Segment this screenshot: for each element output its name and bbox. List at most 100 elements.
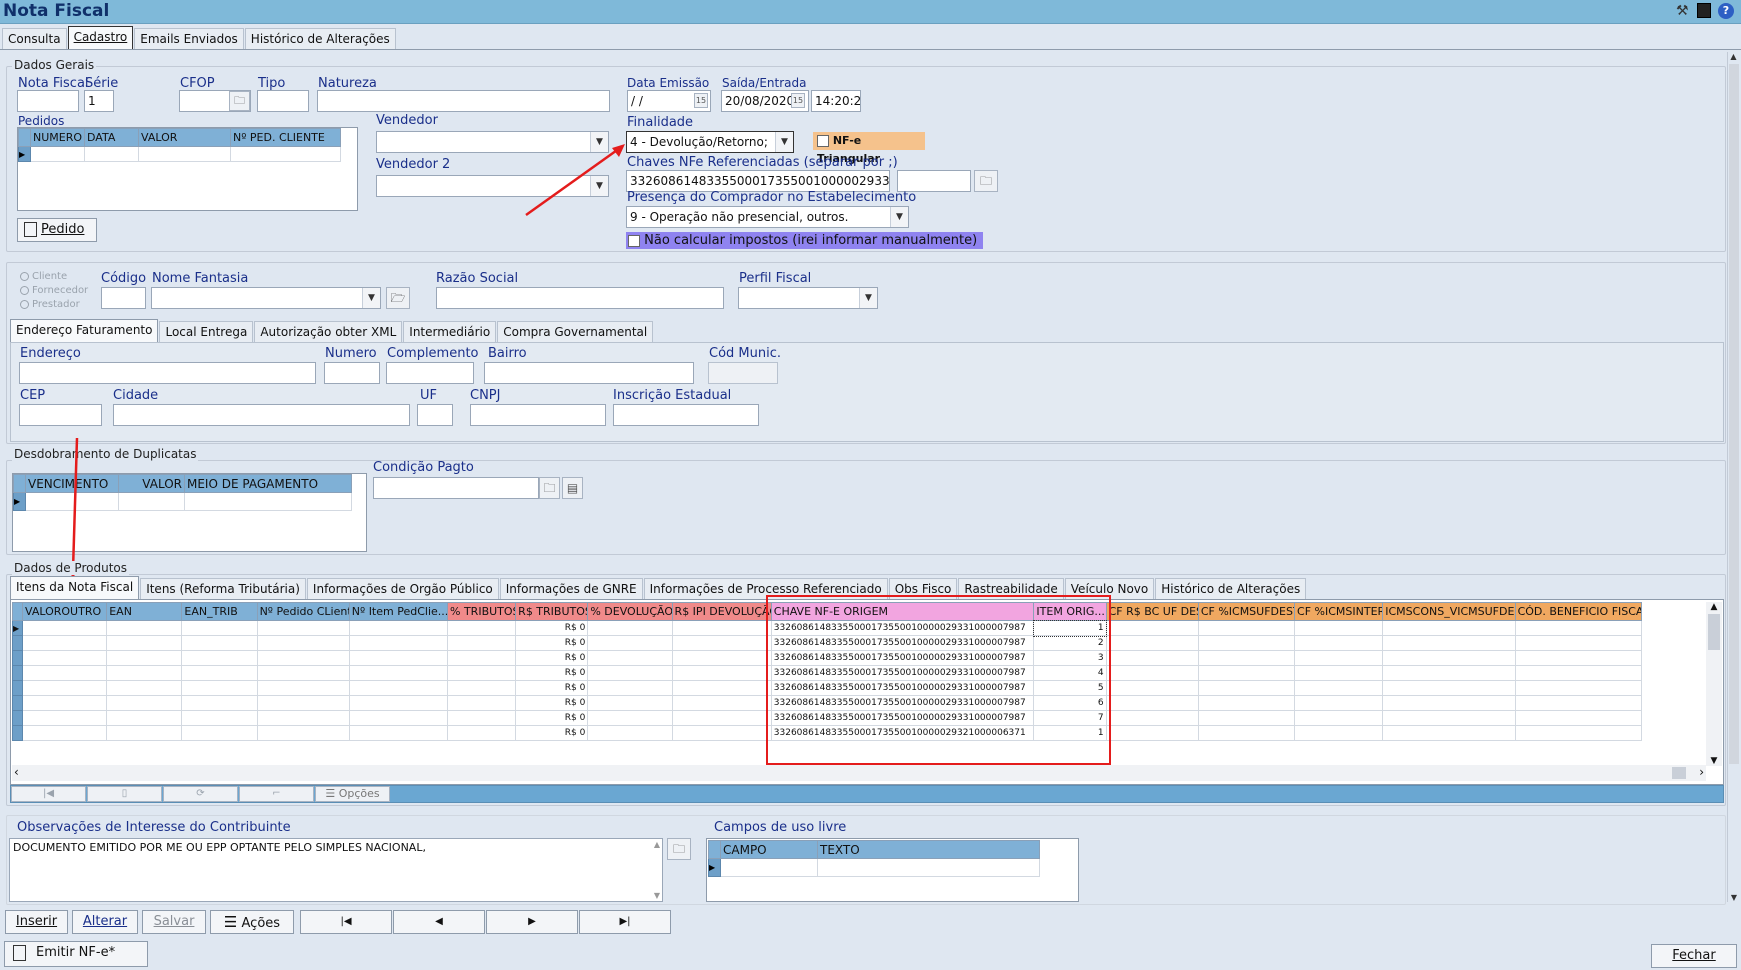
- scroll-down-icon[interactable]: ▼: [1706, 756, 1722, 766]
- table-cell[interactable]: [181, 695, 258, 711]
- scroll-thumb[interactable]: [1708, 614, 1720, 650]
- tab-endereco-faturamento[interactable]: Endereço Faturamento: [10, 319, 159, 343]
- help-icon[interactable]: ?: [1718, 3, 1734, 19]
- items-col-header[interactable]: EAN: [106, 602, 183, 621]
- table-cell[interactable]: [1197, 635, 1296, 651]
- table-cell[interactable]: [22, 620, 108, 636]
- chevron-down-icon[interactable]: ▼: [859, 288, 877, 308]
- tipo-input[interactable]: [257, 90, 309, 112]
- items-col-header[interactable]: CÓD. BENEFICIO FISCAL: [1514, 602, 1643, 621]
- table-cell[interactable]: [1382, 710, 1516, 726]
- nav-first-icon[interactable]: |◀: [11, 786, 86, 802]
- items-col-header[interactable]: ICMSCONS_VICMSUFDEST: [1382, 602, 1516, 621]
- scroll-thumb[interactable]: [1672, 767, 1686, 779]
- table-cell[interactable]: [1197, 650, 1296, 666]
- table-cell[interactable]: [1105, 710, 1199, 726]
- table-cell[interactable]: [1294, 680, 1384, 696]
- cfop-folder-icon[interactable]: 🗀: [229, 91, 250, 111]
- table-cell[interactable]: [106, 710, 183, 726]
- chaves-folder-icon[interactable]: 🗀: [974, 170, 998, 192]
- table-cell[interactable]: [587, 650, 673, 666]
- table-cell[interactable]: [84, 146, 139, 162]
- cnpj-input[interactable]: [470, 404, 606, 426]
- table-cell[interactable]: [1514, 695, 1643, 711]
- table-cell[interactable]: [22, 650, 108, 666]
- table-cell[interactable]: R$ 0: [515, 665, 589, 681]
- table-cell[interactable]: R$ 0: [515, 650, 589, 666]
- items-col-header[interactable]: % DEVOLUÇÃO: [587, 602, 673, 621]
- table-cell[interactable]: R$ 0: [515, 725, 589, 741]
- table-cell[interactable]: [1294, 635, 1384, 651]
- natureza-input[interactable]: [317, 90, 610, 112]
- table-cell[interactable]: [230, 146, 341, 162]
- table-cell[interactable]: [671, 650, 772, 666]
- table-cell[interactable]: [447, 665, 517, 681]
- scroll-up-icon[interactable]: ▲: [1706, 602, 1722, 612]
- table-cell[interactable]: [138, 146, 231, 162]
- tab-historico-produtos[interactable]: Histórico de Alterações: [1155, 578, 1307, 600]
- tab-cadastro[interactable]: Cadastro: [67, 26, 134, 50]
- table-cell[interactable]: [181, 665, 258, 681]
- table-cell[interactable]: [447, 725, 517, 741]
- endereco-input[interactable]: [19, 362, 316, 384]
- tab-local-entrega[interactable]: Local Entrega: [159, 321, 254, 343]
- table-cell[interactable]: [348, 680, 449, 696]
- table-cell[interactable]: [256, 695, 350, 711]
- table-cell[interactable]: [671, 635, 772, 651]
- table-cell[interactable]: [256, 650, 350, 666]
- codigo-input[interactable]: [101, 287, 146, 309]
- chevron-down-icon[interactable]: ▼: [775, 132, 793, 152]
- serie-input[interactable]: 1: [84, 90, 114, 112]
- table-cell[interactable]: [447, 620, 517, 636]
- table-row[interactable]: ▶: [708, 858, 1040, 877]
- finalidade-select[interactable]: 4 - Devolução/Retorno; ▼: [626, 131, 794, 153]
- table-cell[interactable]: [1382, 650, 1516, 666]
- table-cell[interactable]: [1105, 680, 1199, 696]
- table-cell[interactable]: [22, 725, 108, 741]
- table-cell[interactable]: R$ 0: [515, 620, 589, 636]
- table-cell[interactable]: [181, 710, 258, 726]
- items-col-header[interactable]: Nº Item PedClie...: [348, 602, 449, 621]
- table-cell[interactable]: [1105, 650, 1199, 666]
- table-cell[interactable]: [1105, 665, 1199, 681]
- tab-itens-nota[interactable]: Itens da Nota Fiscal: [10, 576, 140, 600]
- duplicatas-col-meio-pagamento[interactable]: MEIO DE PAGAMENTO: [184, 474, 352, 493]
- table-cell[interactable]: [22, 635, 108, 651]
- scroll-thumb[interactable]: [1729, 64, 1739, 764]
- scroll-up-icon[interactable]: ▲: [1728, 52, 1739, 61]
- pedidos-col-valor[interactable]: VALOR: [138, 128, 231, 147]
- table-cell[interactable]: R$ 0: [515, 710, 589, 726]
- table-cell[interactable]: [22, 710, 108, 726]
- items-col-header[interactable]: CF %ICMSUFDEST: [1197, 602, 1296, 621]
- nav-cancel-icon[interactable]: ⌐: [239, 786, 314, 802]
- pedidos-col-ped-cliente[interactable]: Nº PED. CLIENTE: [230, 128, 341, 147]
- radio-fornecedor[interactable]: Fornecedor: [20, 285, 88, 296]
- table-cell[interactable]: [118, 492, 185, 511]
- bairro-input[interactable]: [484, 362, 694, 384]
- tab-autorizacao-xml[interactable]: Autorização obter XML: [254, 321, 403, 343]
- tab-orgao-publico[interactable]: Informações de Orgão Público: [306, 578, 499, 600]
- table-cell[interactable]: [256, 620, 350, 636]
- table-cell[interactable]: [671, 695, 772, 711]
- table-row[interactable]: ▶: [18, 146, 341, 162]
- table-cell[interactable]: [348, 650, 449, 666]
- nav-first-button[interactable]: |◀: [300, 910, 392, 934]
- table-cell[interactable]: [106, 620, 183, 636]
- table-cell[interactable]: R$ 0: [515, 695, 589, 711]
- nav-prev-button[interactable]: ◀: [393, 910, 485, 934]
- fechar-button[interactable]: Fechar: [1651, 944, 1737, 968]
- nfe-triangular-checkbox[interactable]: NF-e Triangular: [813, 132, 925, 165]
- grid-vertical-scrollbar[interactable]: ▲ ▼: [1706, 602, 1722, 766]
- condicao-pagto-input[interactable]: [373, 477, 539, 499]
- scroll-right-icon[interactable]: ›: [1699, 765, 1704, 779]
- table-cell[interactable]: [587, 710, 673, 726]
- items-col-header[interactable]: EAN_TRIB: [181, 602, 258, 621]
- chevron-down-icon[interactable]: ▼: [362, 288, 380, 308]
- table-cell[interactable]: [1382, 680, 1516, 696]
- tab-compra-governamental[interactable]: Compra Governamental: [497, 321, 654, 343]
- folder-open-icon[interactable]: 🗁: [386, 287, 410, 309]
- items-col-header[interactable]: VALOROUTRO: [22, 602, 108, 621]
- table-cell[interactable]: [256, 710, 350, 726]
- table-cell[interactable]: [22, 665, 108, 681]
- table-cell[interactable]: [671, 710, 772, 726]
